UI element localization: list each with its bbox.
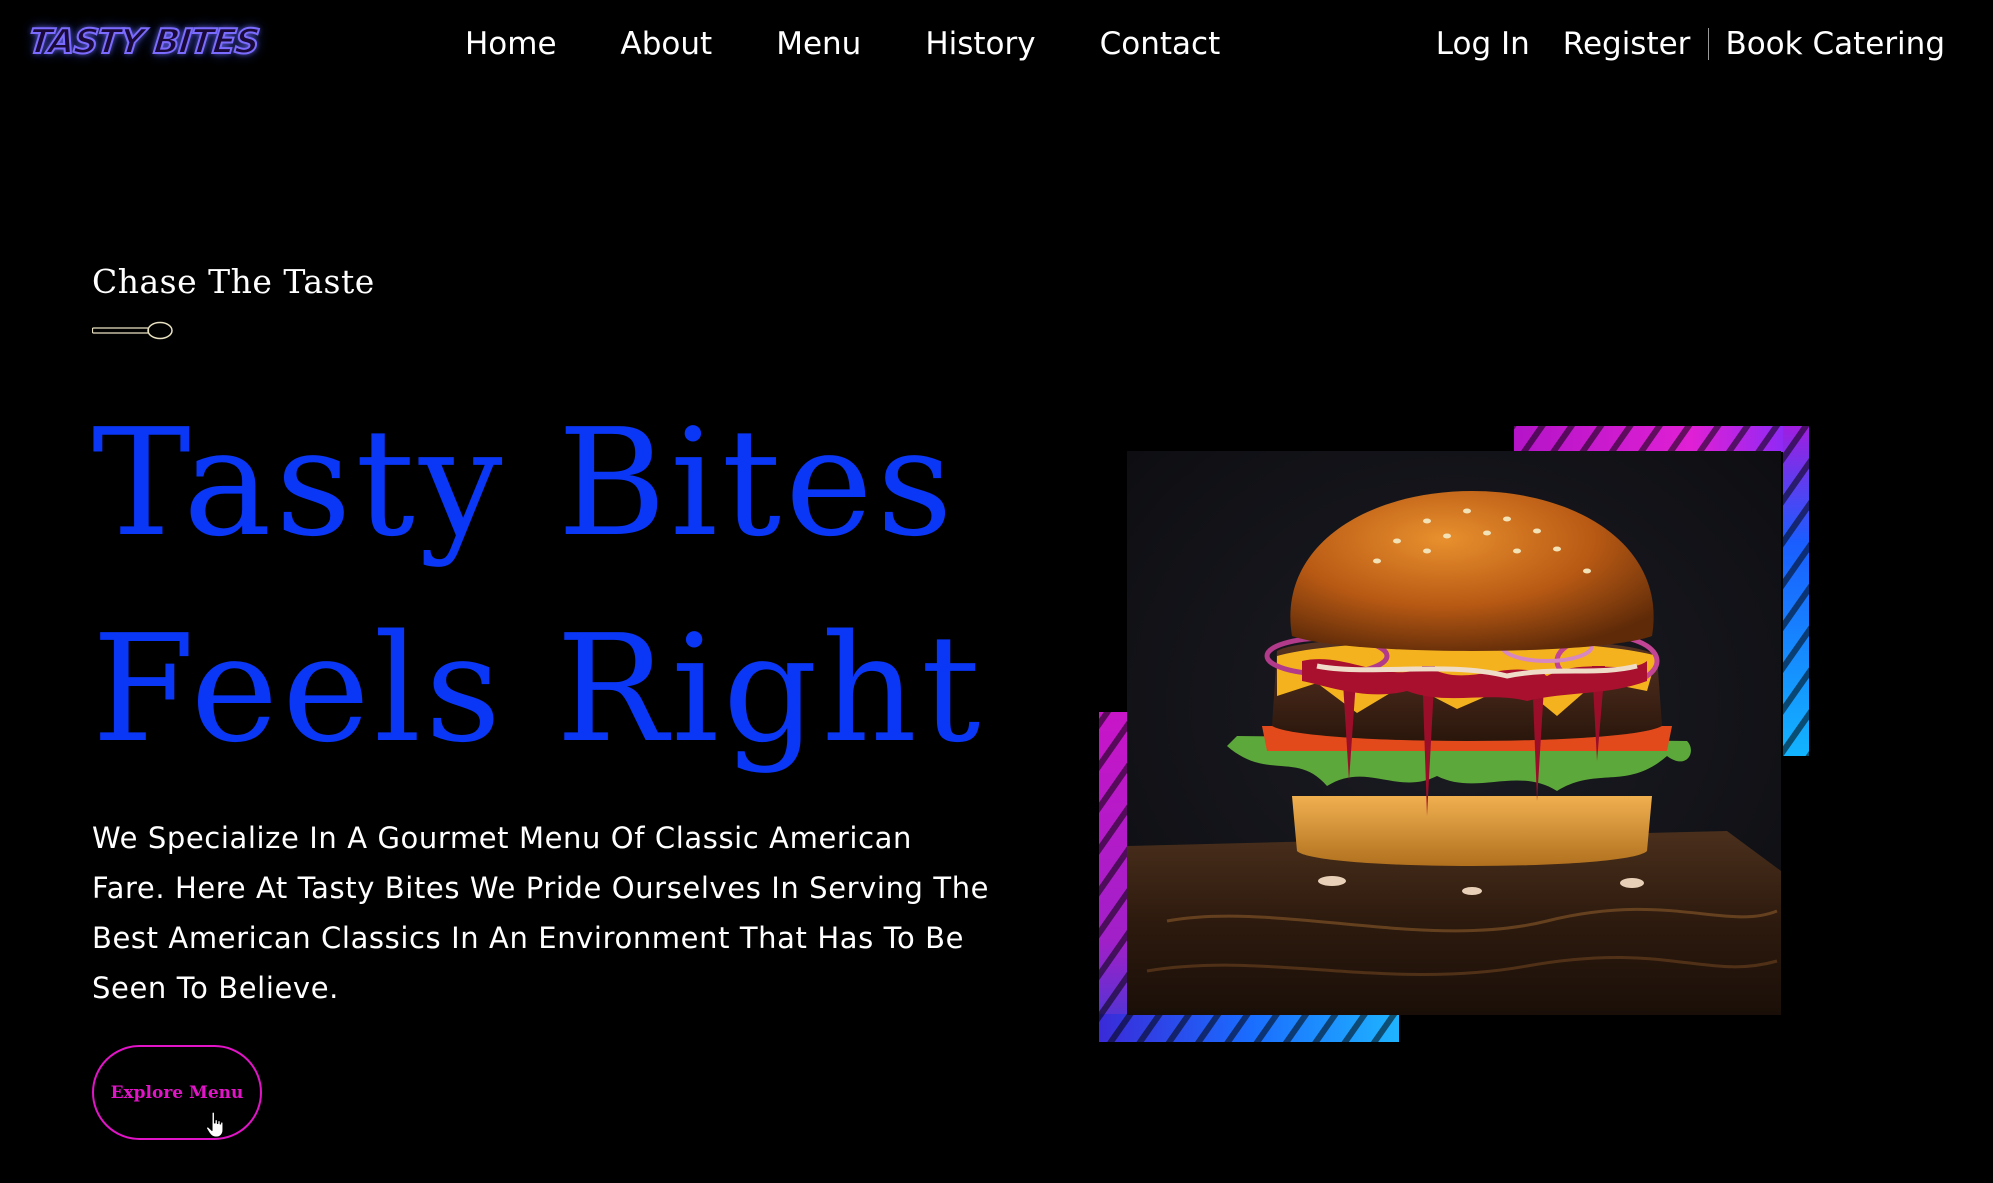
hero-title: Tasty Bites Feels Right xyxy=(92,380,984,792)
register-link[interactable]: Register xyxy=(1563,26,1691,62)
hero-description: We Specialize In A Gourmet Menu Of Class… xyxy=(92,821,990,1005)
login-link[interactable]: Log In xyxy=(1436,26,1530,62)
book-catering-link[interactable]: Book Catering xyxy=(1725,26,1945,62)
nav-item-contact[interactable]: Contact xyxy=(1100,26,1221,62)
brand-logo[interactable]: TASTY BITES xyxy=(26,21,262,63)
hero-title-line-1: Tasty Bites xyxy=(92,397,957,569)
auth-links: Log In Register Book Catering xyxy=(1436,26,1945,62)
burger-photo xyxy=(1127,451,1781,1015)
main-nav: Home About Menu History Contact xyxy=(465,26,1284,62)
nav-item-about[interactable]: About xyxy=(621,26,713,62)
spoon-icon xyxy=(92,321,173,340)
hand-pointer-icon xyxy=(205,1111,224,1138)
auth-divider xyxy=(1708,28,1710,60)
nav-item-menu[interactable]: Menu xyxy=(776,26,861,62)
hero-tagline: Chase The Taste xyxy=(92,262,375,301)
explore-menu-button[interactable]: Explore Menu xyxy=(92,1045,262,1140)
hero-title-line-2: Feels Right xyxy=(92,603,985,775)
nav-item-history[interactable]: History xyxy=(925,26,1035,62)
site-header: TASTY BITES Home About Menu History Cont… xyxy=(0,0,1993,96)
nav-item-home[interactable]: Home xyxy=(465,26,557,62)
